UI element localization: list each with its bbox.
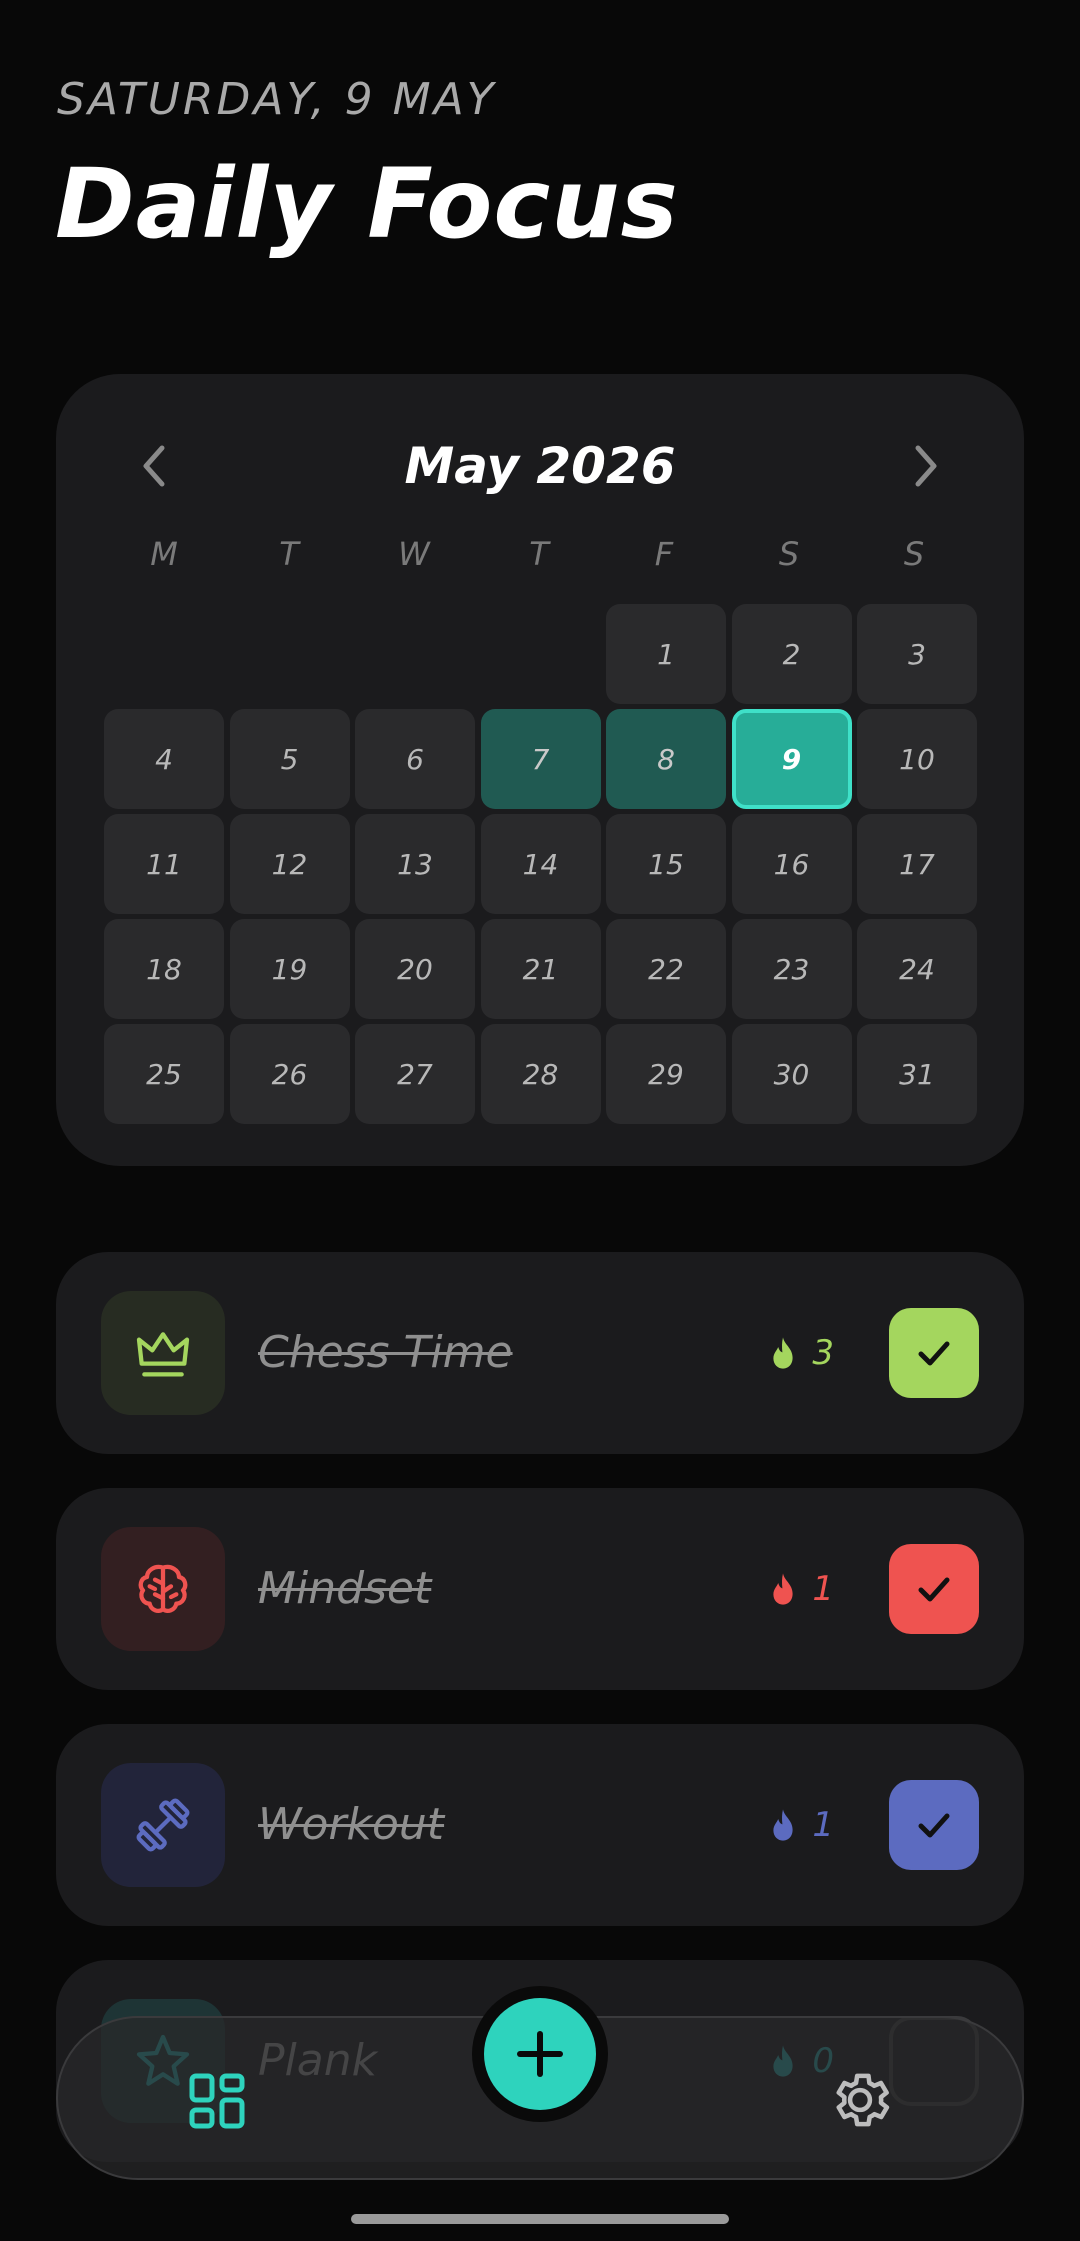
calendar-day[interactable]: 18 [104,919,224,1019]
calendar-day[interactable]: 10 [857,709,977,809]
calendar-day[interactable]: 5 [229,709,350,809]
calendar-day[interactable]: 25 [104,1024,224,1124]
weekday-header: MTWTFSS [104,524,976,584]
habit-streak: 3 [768,1252,834,1454]
calendar-day-today[interactable]: 9 [731,709,852,809]
calendar-day[interactable]: 6 [355,709,475,809]
checkmark-icon [918,1341,950,1366]
habit-checkbox[interactable] [889,1544,979,1634]
calendar-day[interactable]: 17 [857,814,977,914]
weekday-label: T [529,535,549,573]
calendar-day[interactable]: 14 [480,814,601,914]
habit-checkbox[interactable] [889,1780,979,1870]
page-title: Daily Focus [55,148,679,260]
calendar-day[interactable]: 31 [857,1024,977,1124]
gear-icon [836,2073,890,2127]
checkmark-icon [918,1577,950,1602]
calendar-header: May 2026 [56,426,1024,506]
calendar-blank-cell [481,604,601,704]
habit-name: Chess Time [258,1327,513,1378]
calendar-day[interactable]: 2 [731,604,852,704]
weekday-label: T [279,535,299,573]
date-line: SATURDAY, 9 MAY [57,74,497,125]
dumbbell-icon [136,1798,190,1852]
calendar-day[interactable]: 21 [480,919,601,1019]
calendar-card: May 2026 MTWTFSS 1 2 3 4 5 6 7 8 9 10 11 12 13 14 15 16… [56,374,1024,1166]
weekday-label: F [654,535,674,573]
habit-icon-box [101,1291,225,1415]
habit-streak-count: 1 [812,1569,834,1609]
home-indicator[interactable] [351,2214,729,2224]
habit-streak: 1 [768,1488,834,1690]
weekday-label: W [398,535,430,573]
calendar-day[interactable]: 29 [606,1024,726,1124]
calendar-day[interactable]: 1 [606,604,726,704]
calendar-day[interactable]: 27 [355,1024,475,1124]
crown-icon [136,1332,190,1377]
habit-checkbox[interactable] [889,1308,979,1398]
calendar-day[interactable]: 3 [857,604,977,704]
nav-settings-button[interactable] [826,2066,894,2134]
next-month-button[interactable] [894,434,958,498]
calendar-blank-cell [104,604,224,704]
weekday-label: M [150,535,178,573]
flame-icon [773,1809,793,1841]
add-habit-fab [472,1986,608,2122]
calendar-day[interactable]: 4 [104,709,224,809]
calendar-blank-cell [230,604,350,704]
calendar-day[interactable]: 30 [731,1024,852,1124]
brain-icon [138,1564,188,1613]
calendar-day[interactable]: 20 [355,919,475,1019]
habit-name: Mindset [258,1563,432,1614]
calendar-day[interactable]: 16 [731,814,852,914]
calendar-day[interactable]: 19 [229,919,350,1019]
calendar-days-grid: 1 2 3 4 5 6 7 8 9 10 11 12 13 14 15 16 17 18 19 20 21 22 23 24 2… [104,604,984,1124]
habit-icon-box [101,1763,225,1887]
calendar-day[interactable]: 23 [731,919,852,1019]
flame-icon [773,1337,793,1369]
habit-streak: 1 [768,1724,834,1926]
chevron-right-icon [915,445,937,487]
calendar-day[interactable]: 22 [606,919,726,1019]
habit-icon-box [101,1527,225,1651]
calendar-day[interactable]: 13 [355,814,475,914]
habit-card[interactable]: Workout 1 [56,1724,1024,1926]
weekday-label: S [903,535,925,573]
flame-icon [773,1573,793,1605]
nav-dashboard-button[interactable] [186,2070,250,2134]
habit-card[interactable]: Chess Time 3 [56,1252,1024,1454]
habit-streak-count: 3 [812,1333,834,1373]
calendar-month-label: May 2026 [404,437,676,495]
calendar-day[interactable]: 15 [606,814,726,914]
calendar-day[interactable]: 24 [857,919,977,1019]
checkmark-icon [918,1813,950,1838]
weekday-label: S [778,535,800,573]
dashboard-icon [189,2073,245,2129]
calendar-day[interactable]: 12 [229,814,350,914]
calendar-day[interactable]: 11 [104,814,224,914]
calendar-day[interactable]: 26 [229,1024,350,1124]
calendar-day[interactable]: 28 [480,1024,601,1124]
plus-icon [517,2031,563,2077]
habit-name: Workout [258,1799,445,1850]
calendar-day[interactable]: 7 [480,709,601,809]
habit-streak-count: 1 [812,1805,834,1845]
habit-card[interactable]: Mindset 1 [56,1488,1024,1690]
calendar-day[interactable]: 8 [606,709,726,809]
add-habit-button[interactable] [484,1998,596,2110]
calendar-blank-cell [355,604,475,704]
